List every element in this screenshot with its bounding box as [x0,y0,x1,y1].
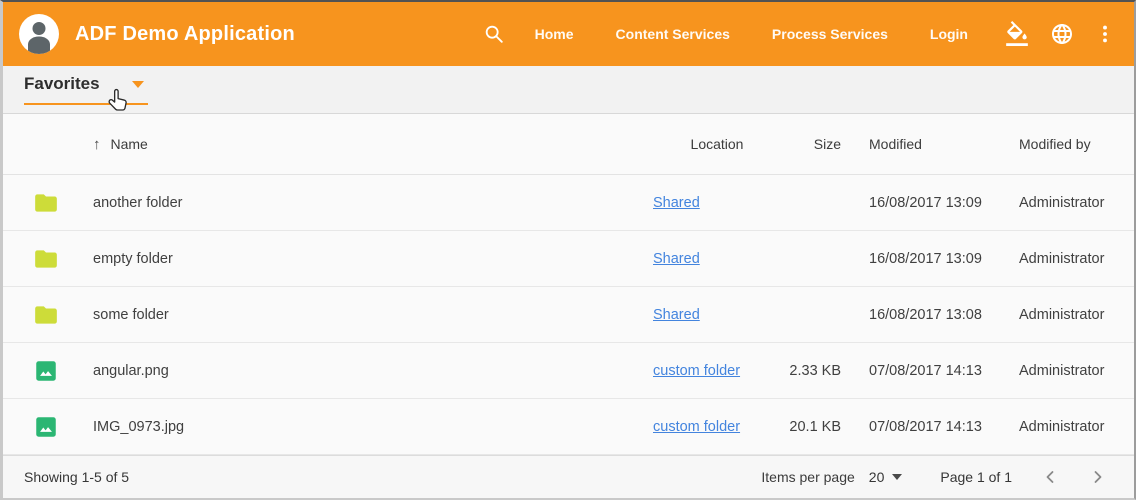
cell-location: custom folder [653,419,781,435]
chevron-left-icon [1040,467,1060,487]
row-type-icon-cell [3,358,67,384]
row-type-icon-cell [3,414,67,440]
cell-modified-by: Administrator [1019,419,1134,435]
sort-ascending-arrow-icon: ↑ [93,136,101,153]
more-menu-button[interactable] [1094,23,1116,45]
column-header-modified[interactable]: Modified [869,136,1019,152]
cell-location: Shared [653,195,781,211]
cell-name: IMG_0973.jpg [67,419,653,435]
folder-icon [33,302,59,328]
row-type-icon-cell [3,246,67,272]
cell-modified: 16/08/2017 13:09 [869,251,1019,267]
cell-size: 20.1 KB [781,419,869,435]
cell-modified: 07/08/2017 14:13 [869,419,1019,435]
cell-location: Shared [653,251,781,267]
showing-count: Showing 1-5 of 5 [24,469,129,485]
image-file-icon [33,358,59,384]
cell-modified-by: Administrator [1019,307,1134,323]
items-per-page-label: Items per page [761,469,854,485]
cell-location: custom folder [653,363,781,379]
column-header-size[interactable]: Size [781,136,869,152]
column-header-name[interactable]: ↑ Name [67,136,653,153]
chevron-right-icon [1088,467,1108,487]
app-header: ADF Demo Application Home Content Servic… [3,2,1134,66]
dropdown-triangle-icon [132,81,144,88]
search-button[interactable] [483,23,505,45]
items-per-page-dropdown-icon [892,474,902,480]
pagination-bar: Showing 1-5 of 5 Items per page 20 Page … [3,455,1134,498]
column-header-location[interactable]: Location [653,136,781,152]
table-row[interactable]: some folder Shared 16/08/2017 13:08 Admi… [3,287,1134,343]
cell-modified: 16/08/2017 13:08 [869,307,1019,323]
view-toolbar: Favorites [3,66,1134,114]
column-header-modified-by[interactable]: Modified by [1019,136,1134,152]
cell-modified-by: Administrator [1019,363,1134,379]
user-avatar[interactable] [19,14,59,54]
nav-item-login[interactable]: Login [930,26,968,42]
cell-name: some folder [67,307,653,323]
cell-modified: 16/08/2017 13:09 [869,195,1019,211]
table-row[interactable]: another folder Shared 16/08/2017 13:09 A… [3,175,1134,231]
more-vert-icon [1094,23,1116,45]
items-per-page-value: 20 [869,469,885,485]
previous-page-button[interactable] [1040,467,1060,487]
cell-name: empty folder [67,251,653,267]
nav-item-process-services[interactable]: Process Services [772,26,888,42]
cell-location-link[interactable]: custom folder [653,419,740,435]
table-row[interactable]: angular.png custom folder 2.33 KB 07/08/… [3,343,1134,399]
person-icon [19,14,59,54]
row-type-icon-cell [3,302,67,328]
theme-color-button[interactable] [1004,21,1030,47]
app-window: ADF Demo Application Home Content Servic… [0,0,1136,500]
page-indicator: Page 1 of 1 [940,469,1012,485]
table-header-row: ↑ Name Location Size Modified Modified b… [3,114,1134,175]
cell-name: angular.png [67,363,653,379]
folder-icon [33,246,59,272]
cell-modified-by: Administrator [1019,195,1134,211]
cell-location-link[interactable]: Shared [653,307,700,323]
cell-location: Shared [653,307,781,323]
paint-bucket-icon [1004,21,1030,47]
table-body: another folder Shared 16/08/2017 13:09 A… [3,175,1134,455]
cell-location-link[interactable]: Shared [653,195,700,211]
table-row[interactable]: IMG_0973.jpg custom folder 20.1 KB 07/08… [3,399,1134,455]
folder-icon [33,190,59,216]
app-title: ADF Demo Application [75,23,295,46]
nav-item-content-services[interactable]: Content Services [616,26,730,42]
favorites-dropdown[interactable]: Favorites [24,74,148,105]
next-page-button[interactable] [1088,467,1108,487]
cell-size: 2.33 KB [781,363,869,379]
items-per-page-select[interactable]: 20 [869,469,903,485]
image-file-icon [33,414,59,440]
cell-modified-by: Administrator [1019,251,1134,267]
search-icon [483,23,505,45]
language-button[interactable] [1050,22,1074,46]
cell-location-link[interactable]: Shared [653,251,700,267]
table-row[interactable]: empty folder Shared 16/08/2017 13:09 Adm… [3,231,1134,287]
nav-item-home[interactable]: Home [535,26,574,42]
cell-location-link[interactable]: custom folder [653,363,740,379]
documents-table: ↑ Name Location Size Modified Modified b… [3,114,1134,455]
header-icon-group [1004,21,1116,47]
main-nav: Home Content Services Process Services L… [535,26,968,42]
row-type-icon-cell [3,190,67,216]
cell-name: another folder [67,195,653,211]
globe-icon [1050,22,1074,46]
cell-modified: 07/08/2017 14:13 [869,363,1019,379]
view-title: Favorites [24,74,100,94]
